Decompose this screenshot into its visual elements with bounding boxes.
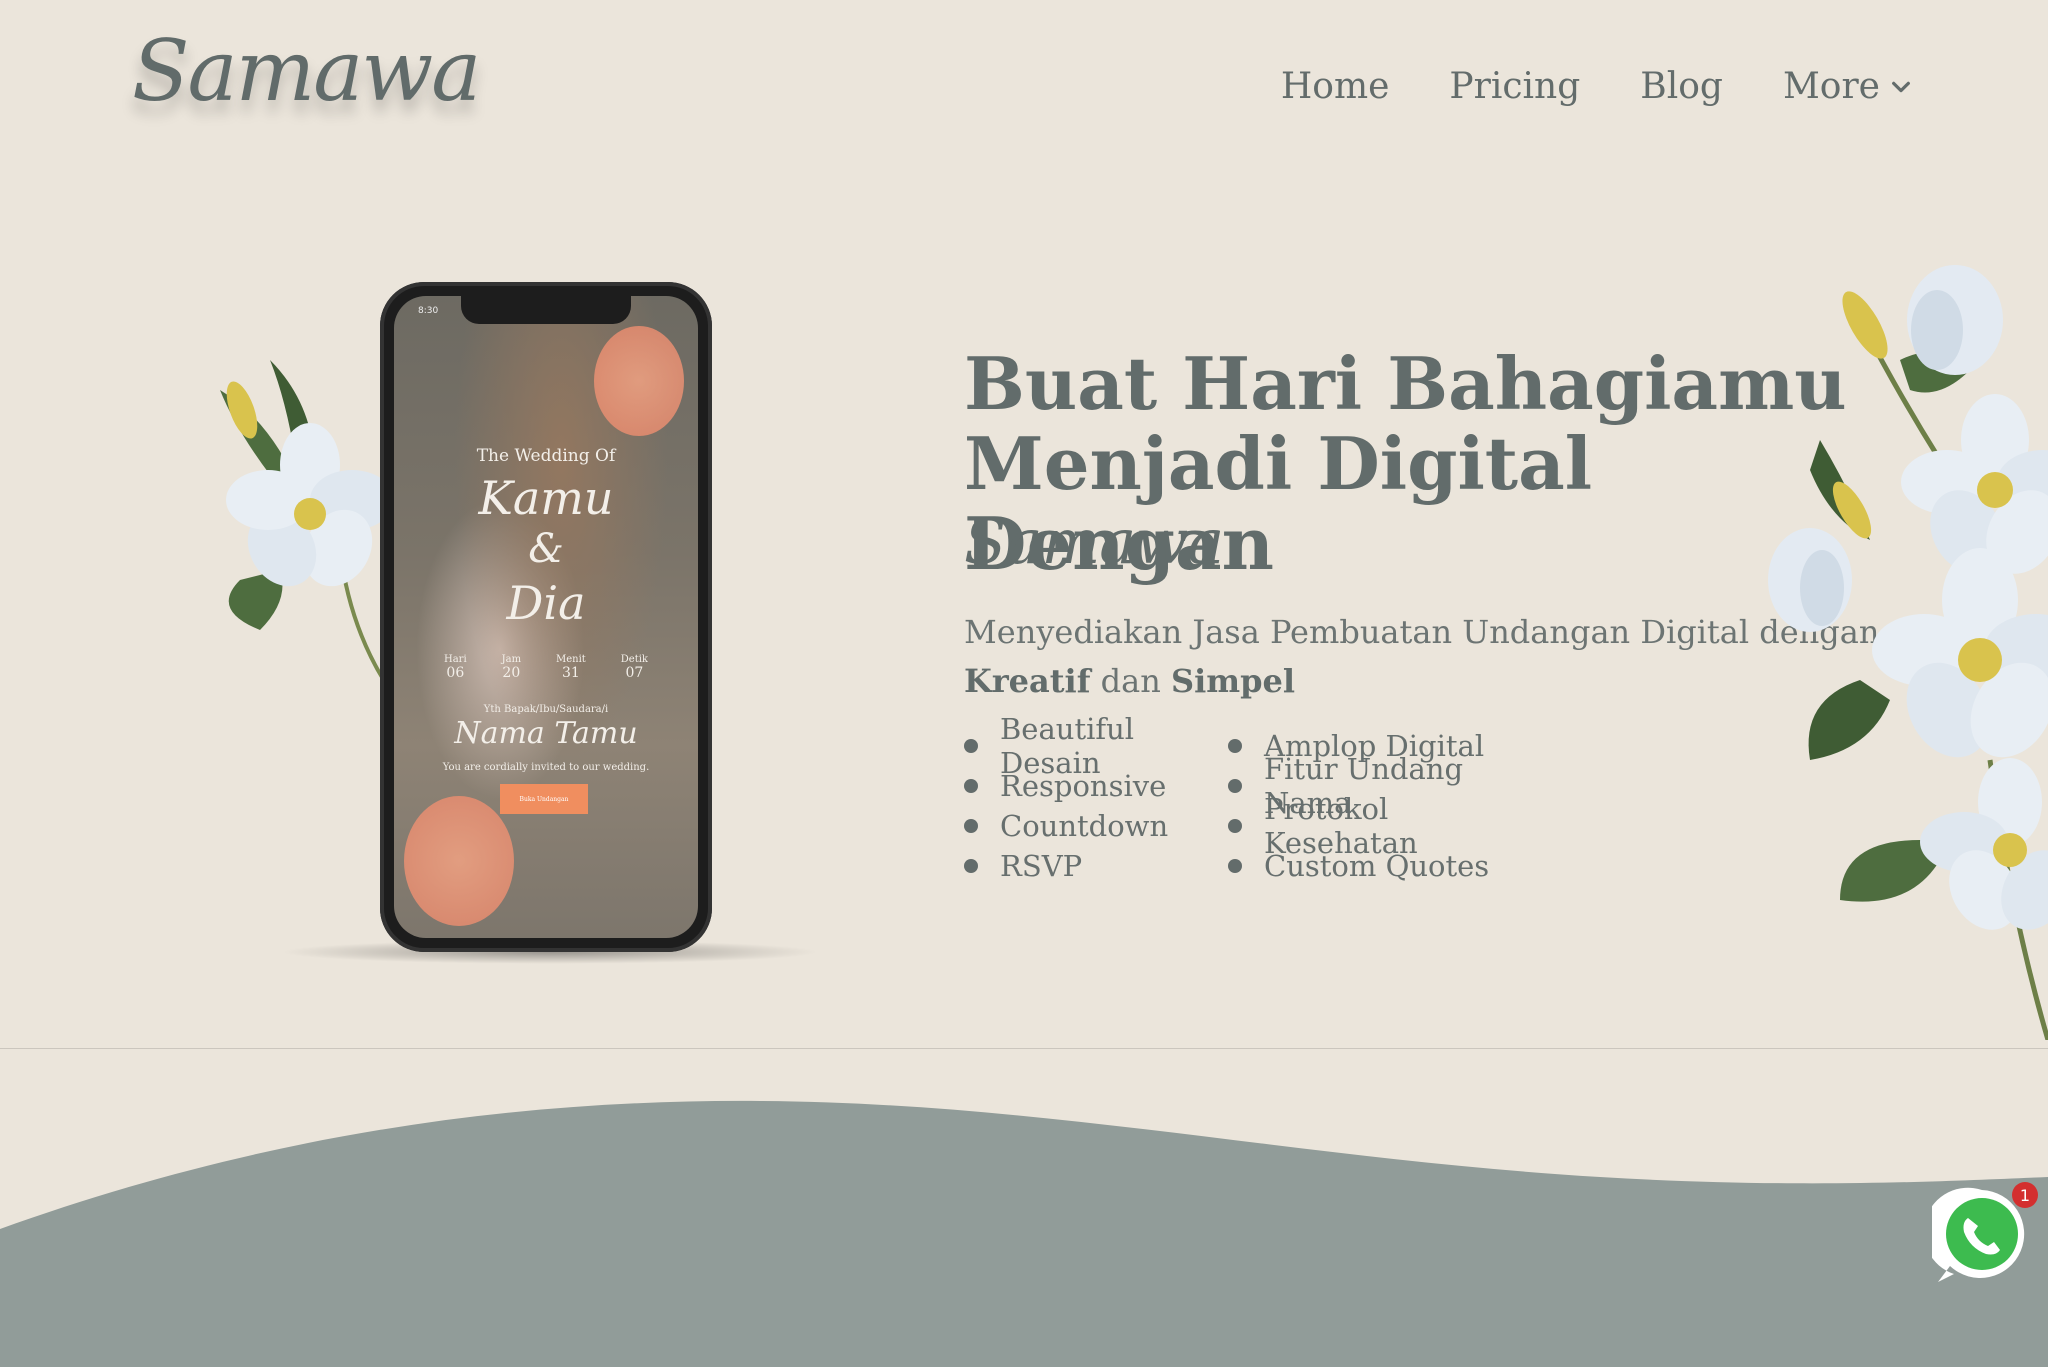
feature-list: Beautiful Desain Amplop Digital Responsi… <box>964 712 1548 883</box>
bullet-icon <box>964 779 978 793</box>
nav-pricing-label: Pricing <box>1449 66 1581 107</box>
countdown-value: 06 <box>446 665 465 681</box>
invite-subtitle: The Wedding Of <box>476 446 616 466</box>
feature-label: Countdown <box>1000 809 1169 843</box>
hero-brand: Samawa <box>964 505 1224 578</box>
phone-screen: 8:30 The Wedding Of Kamu & Dia Hari 06 Ja… <box>394 296 698 938</box>
notification-badge: 1 <box>2012 1182 2038 1208</box>
invite-recipient-label: Yth Bapak/Ibu/Saudara/i <box>483 704 609 715</box>
countdown-label: Hari <box>444 654 467 665</box>
feature-item: Custom Quotes <box>1228 849 1548 883</box>
chevron-down-icon <box>1892 81 1910 92</box>
invite-guest-name: Nama Tamu <box>454 716 638 751</box>
hero-title-line-1: Buat Hari Bahagiamu <box>964 341 1847 426</box>
nav-blog-label: Blog <box>1640 66 1723 107</box>
phone-frame: 8:30 The Wedding Of Kamu & Dia Hari 06 Ja… <box>380 282 712 952</box>
nav-blog[interactable]: Blog <box>1640 66 1723 107</box>
invite-message: You are cordially invited to our wedding… <box>442 762 650 773</box>
feature-item: Beautiful Desain <box>964 712 1228 780</box>
logo[interactable]: Samawa <box>132 22 481 120</box>
countdown-days: Hari 06 <box>444 654 467 681</box>
countdown-label: Menit <box>556 654 586 665</box>
nav-home[interactable]: Home <box>1281 66 1390 107</box>
nav-more-label: More <box>1782 66 1880 107</box>
invite-countdown: Hari 06 Jam 20 Menit 31 Detik 07 <box>444 654 648 681</box>
hero-desc-conjunction: dan <box>1100 662 1161 700</box>
hero-desc-bold-simpel: Simpel <box>1170 662 1295 700</box>
nav-home-label: Home <box>1280 66 1390 107</box>
countdown-label: Jam <box>501 654 522 665</box>
flower-right-illustration <box>1768 265 2048 1040</box>
feature-label: Responsive <box>1000 769 1167 803</box>
phone-mockup: 8:30 The Wedding Of Kamu & Dia Hari 06 Ja… <box>380 282 712 952</box>
flower-left-illustration <box>220 360 394 690</box>
countdown-label: Detik <box>620 654 648 665</box>
bullet-icon <box>964 739 978 753</box>
bullet-icon <box>1228 779 1242 793</box>
open-invitation-button: Buka Undangan <box>500 784 588 814</box>
bullet-icon <box>964 819 978 833</box>
bullet-icon <box>1228 739 1242 753</box>
floral-decoration <box>404 796 514 926</box>
bullet-icon <box>964 859 978 873</box>
feature-item: Countdown <box>964 809 1228 843</box>
countdown-hours: Jam 20 <box>502 654 521 681</box>
nav-more[interactable]: More <box>1783 66 1912 107</box>
whatsapp-button[interactable]: 1 <box>1923 1182 2038 1286</box>
invite-ampersand: & <box>528 526 564 572</box>
countdown-value: 07 <box>625 665 644 681</box>
invite-name-1: Kamu <box>478 471 614 525</box>
floral-decoration <box>594 326 684 436</box>
countdown-minutes: Menit 31 <box>556 654 586 681</box>
phone-time: 8:30 <box>418 306 439 316</box>
feature-item: RSVP <box>964 849 1228 883</box>
countdown-seconds: Detik 07 <box>621 654 648 681</box>
feature-item: Protokol Kesehatan <box>1228 792 1548 860</box>
invite-name-2: Dia <box>506 576 586 630</box>
feature-item: Responsive <box>964 769 1228 803</box>
wave-section <box>0 1048 2048 1367</box>
phone-notch <box>461 296 631 324</box>
countdown-value: 20 <box>502 665 521 681</box>
hero-desc-bold-kreatif: Kreatif <box>964 662 1091 700</box>
wave-shape <box>0 1100 2048 1367</box>
nav-pricing[interactable]: Pricing <box>1449 66 1580 107</box>
bullet-icon <box>1228 819 1242 833</box>
bullet-icon <box>1228 859 1242 873</box>
feature-label: Custom Quotes <box>1264 849 1490 883</box>
countdown-value: 31 <box>562 665 580 681</box>
main-nav: Home Pricing Blog More <box>1281 66 1912 107</box>
feature-label: RSVP <box>1000 849 1083 883</box>
